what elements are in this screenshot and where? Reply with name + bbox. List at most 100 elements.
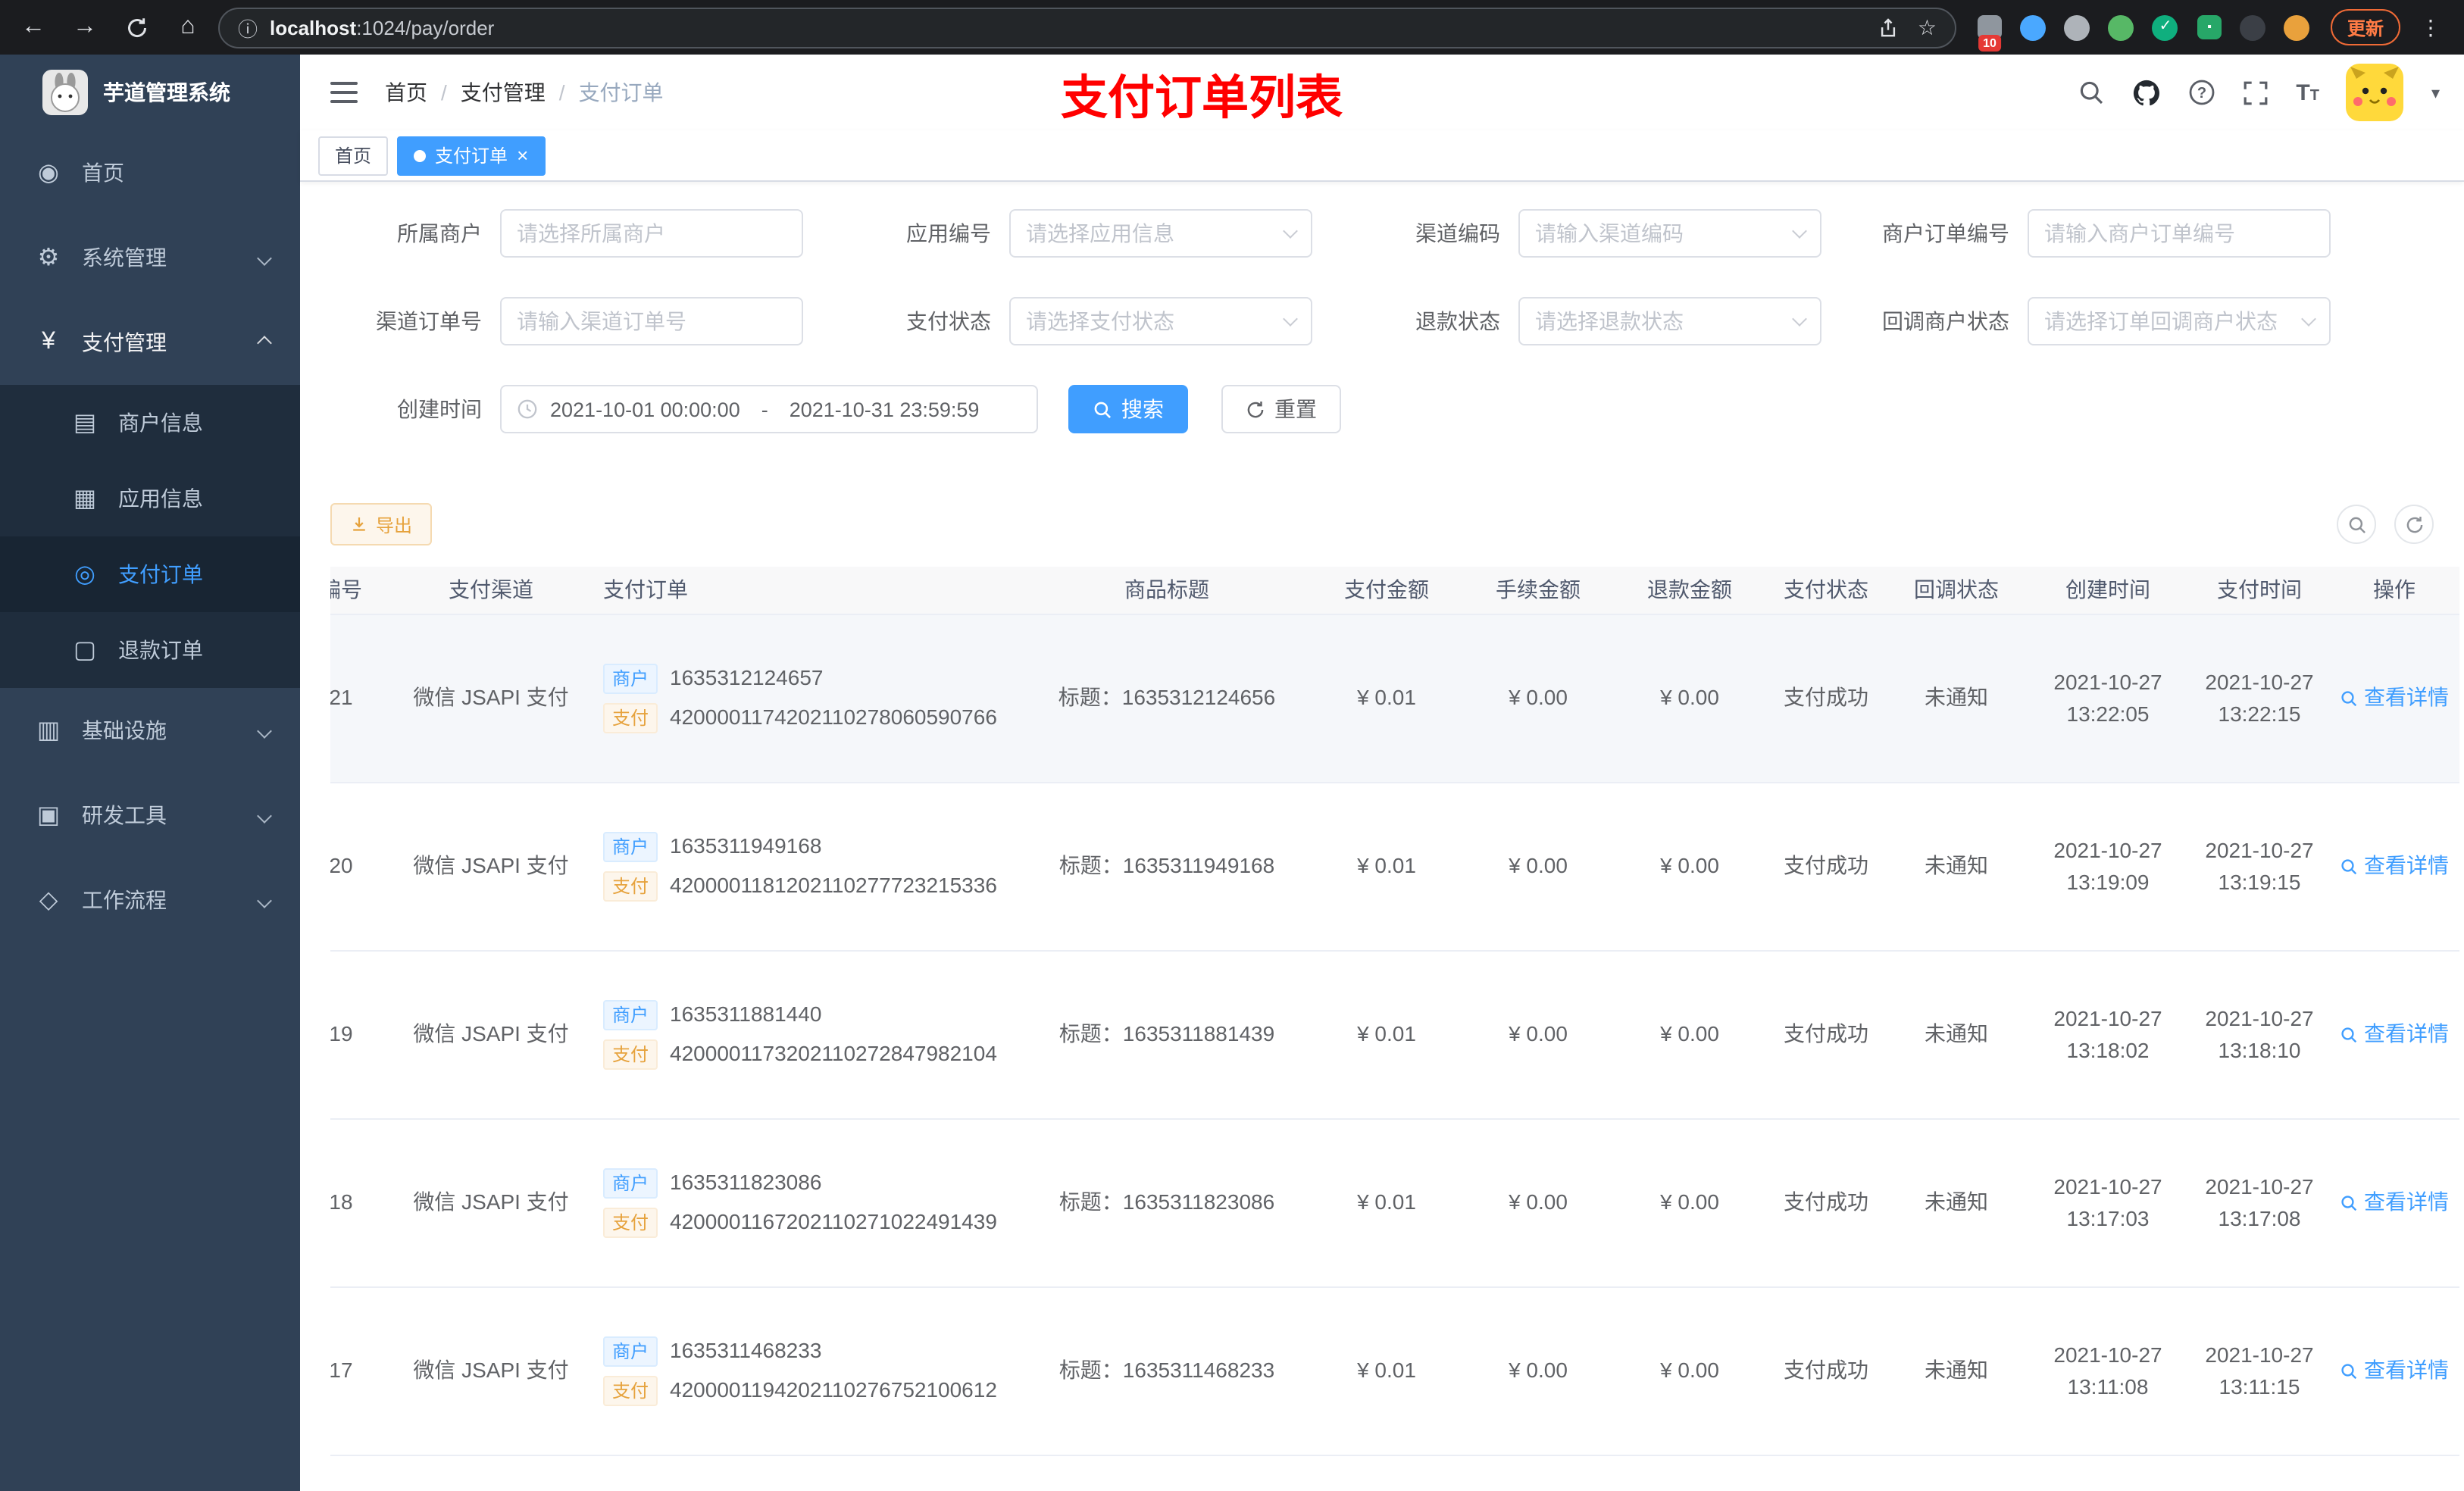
browser-menu-icon[interactable]: ⋮ (2409, 6, 2452, 48)
date-range-picker[interactable]: 2021-10-01 00:00:00 - 2021-10-31 23:59:5… (500, 385, 1038, 433)
filter-merchant: 所属商户 (330, 209, 803, 258)
address-bar[interactable]: ⓘ localhost:1024/pay/order ☆ (218, 7, 1956, 48)
view-detail-link[interactable]: 查看详情 (2340, 1188, 2449, 1217)
cell-pay-order: 商户 1635311823086 支付 4200001167202110271022… (588, 1164, 1023, 1242)
extension-icon[interactable]: 10 (1972, 8, 2008, 52)
pay-status-select[interactable] (1009, 297, 1312, 345)
sidebar-item-refund-order[interactable]: ▢ 退款订单 (0, 612, 300, 688)
pay-transaction-no: 4200001174202110278060590766 (670, 705, 997, 730)
table-header-row: 编号 支付渠道 支付订单 商品标题 支付金额 手续金额 退款金额 支付状态 回调… (330, 567, 2459, 615)
breadcrumb-section[interactable]: 支付管理 (461, 77, 546, 108)
table-search-button[interactable] (2337, 505, 2376, 544)
view-detail-link[interactable]: 查看详情 (2340, 683, 2449, 713)
view-detail-link[interactable]: 查看详情 (2340, 1356, 2449, 1386)
view-detail-link[interactable]: 查看详情 (2340, 852, 2449, 881)
user-avatar[interactable] (2346, 64, 2404, 121)
sidebar-item-workflow[interactable]: ◇ 工作流程 (0, 858, 300, 942)
sidebar-item-app-info[interactable]: ▦ 应用信息 (0, 461, 300, 536)
cell-pay-channel: 微信 JSAPI 支付 (413, 1189, 569, 1214)
dashboard-icon: ◉ (38, 161, 59, 186)
extension-icon[interactable] (2015, 8, 2052, 47)
extension-icon[interactable] (2059, 8, 2096, 47)
app-no-select[interactable] (1009, 209, 1312, 258)
extension-icon[interactable] (2103, 8, 2140, 47)
cell-fee-amount: ¥ 0.00 (1509, 1021, 1568, 1046)
cell-create-time: 2021-10-27 13:18:02 (2053, 1006, 2162, 1062)
sidebar-item-system[interactable]: ⚙ 系统管理 (0, 215, 300, 300)
extension-icon[interactable]: ▪ (2191, 8, 2228, 47)
table-row[interactable]: 18 微信 JSAPI 支付 商户 1635311823086 支付 4200001… (330, 1120, 2459, 1288)
export-button[interactable]: 导出 (330, 503, 433, 545)
tab-pay-order[interactable]: 支付订单 × (397, 136, 546, 175)
reset-button[interactable]: 重置 (1221, 385, 1341, 433)
share-icon[interactable] (1878, 16, 1900, 39)
merchant-input[interactable] (500, 209, 803, 258)
bookmark-star-icon[interactable]: ☆ (1918, 14, 1937, 40)
cell-pay-status: 支付成功 (1784, 685, 1868, 710)
cell-notify-status: 未通知 (1925, 1189, 1988, 1214)
channel-code-select[interactable] (1518, 209, 1821, 258)
cell-pay-order: 商户 1635311949168 支付 4200001181202110277723… (588, 827, 1023, 906)
app-logo[interactable]: 芋道管理系统 (0, 55, 300, 130)
pay-transaction-no: 4200001181202110277723215336 (670, 873, 997, 898)
help-icon[interactable]: ? (2188, 79, 2215, 106)
channel-order-no-input[interactable] (500, 297, 803, 345)
sidebar-item-pay-order[interactable]: ◎ 支付订单 (0, 536, 300, 612)
sidebar-item-payment[interactable]: ¥ 支付管理 (0, 300, 300, 385)
back-icon[interactable]: ← (12, 6, 55, 48)
sidebar-item-merchant-info[interactable]: ▤ 商户信息 (0, 385, 300, 461)
extension-icon[interactable] (2235, 8, 2272, 47)
filter-app-no: 应用编号 (840, 209, 1312, 258)
sidebar-item-infra[interactable]: ▥ 基础设施 (0, 688, 300, 773)
tab-home[interactable]: 首页 (318, 136, 389, 175)
filter-refund-status: 退款状态 (1349, 297, 1821, 345)
cell-notify-status: 未通知 (1925, 685, 1988, 710)
profile-avatar-icon[interactable] (2279, 8, 2315, 47)
table-row[interactable]: 20 微信 JSAPI 支付 商户 1635311949168 支付 4200001… (330, 783, 2459, 952)
table-row[interactable]: 21 微信 JSAPI 支付 商户 1635312124657 支付 4200001… (330, 615, 2459, 783)
cell-pay-status: 支付成功 (1784, 1189, 1868, 1214)
table-row[interactable]: 17 微信 JSAPI 支付 商户 1635311468233 支付 4200001… (330, 1288, 2459, 1456)
search-icon[interactable] (2078, 79, 2105, 106)
callback-status-select[interactable] (2028, 297, 2331, 345)
reload-icon[interactable] (115, 6, 158, 48)
cell-pay-channel: 微信 JSAPI 支付 (413, 1021, 569, 1046)
breadcrumb-home[interactable]: 首页 (385, 77, 427, 108)
cell-pay-order: 商户 1635311881440 支付 4200001173202110272847… (588, 996, 1023, 1074)
table-row[interactable]: 19 微信 JSAPI 支付 商户 1635311881440 支付 4200001… (330, 952, 2459, 1120)
chevron-down-icon (257, 892, 272, 908)
cell-product-title: 标题：1635311881439 (1058, 1021, 1275, 1046)
extension-icon[interactable]: ✓ (2147, 8, 2184, 47)
view-detail-link[interactable]: 查看详情 (2340, 1020, 2449, 1049)
cell-actions: 查看详情 (2329, 1188, 2459, 1217)
merchant-order-no-input[interactable] (2028, 209, 2331, 258)
pay-tag: 支付 (603, 1039, 658, 1070)
cell-pay-amount: ¥ 0.01 (1357, 1358, 1416, 1383)
cell-pay-amount: ¥ 0.01 (1357, 1021, 1416, 1046)
fullscreen-icon[interactable] (2243, 80, 2269, 105)
avatar-caret-icon[interactable]: ▾ (2431, 83, 2440, 102)
refund-status-select[interactable] (1518, 297, 1821, 345)
sidebar-item-home[interactable]: ◉ 首页 (0, 130, 300, 215)
home-icon[interactable]: ⌂ (167, 6, 209, 48)
orders-table: 编号 支付渠道 支付订单 商品标题 支付金额 手续金额 退款金额 支付状态 回调… (330, 567, 2459, 1491)
cell-order-id: 21 (330, 685, 353, 710)
cell-pay-status: 支付成功 (1784, 853, 1868, 878)
table-row[interactable]: 商户1635311151736 支付 (330, 1456, 2459, 1491)
extensions-cluster: 10 ✓ ▪ (1965, 8, 2322, 52)
close-tab-icon[interactable]: × (517, 145, 528, 165)
search-button[interactable]: 搜索 (1068, 385, 1188, 433)
browser-update-button[interactable]: 更新 (2330, 9, 2400, 45)
sidebar-item-dev-tools[interactable]: ▣ 研发工具 (0, 773, 300, 858)
cell-pay-time: 2021-10-27 13:17:08 (2205, 1174, 2314, 1230)
merchant-tag: 商户 (603, 1000, 658, 1030)
font-size-icon[interactable]: TT (2296, 81, 2319, 104)
collapse-sidebar-icon[interactable] (330, 82, 358, 103)
pay-tag: 支付 (603, 1208, 658, 1238)
forward-icon[interactable]: → (64, 6, 106, 48)
site-info-icon[interactable]: ⓘ (238, 13, 258, 42)
filter-pay-status: 支付状态 (840, 297, 1312, 345)
github-icon[interactable] (2132, 78, 2161, 107)
filter-channel-code: 渠道编码 (1349, 209, 1821, 258)
table-refresh-button[interactable] (2394, 505, 2434, 544)
